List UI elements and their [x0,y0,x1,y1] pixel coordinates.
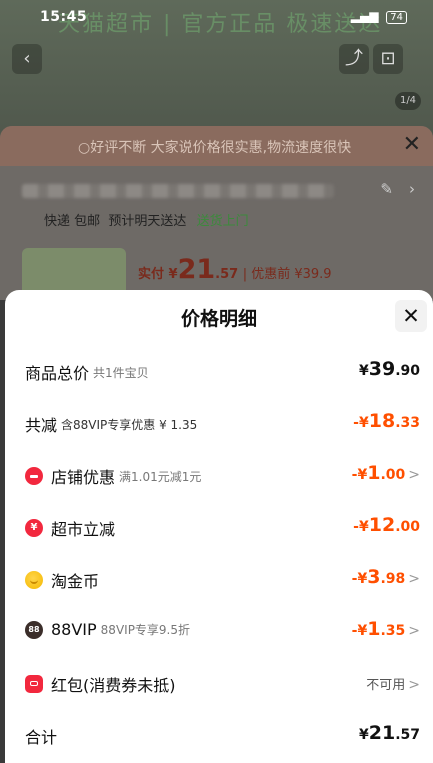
row-sublabel: 满1.01元减1元 [119,469,202,484]
chevron-right-icon: > [408,467,420,483]
status-bar: 15:45 ▂▄▆ 74 [0,0,433,36]
row-value[interactable]: -¥3.98 > [352,566,420,588]
chevron-right-icon[interactable]: › [409,180,415,198]
share-icon[interactable]: ⤴ [339,44,369,74]
cart-icon[interactable]: ⊡ [373,44,403,74]
status-time: 15:45 [40,9,88,25]
battery-icon: 74 [386,11,407,24]
row-total-discount: 共减 含88VIP专享优惠 ¥ 1.35 -¥18.33 [25,410,420,438]
row-value[interactable]: -¥1.00 > [352,462,420,484]
search-icon: ○ [78,140,91,156]
row-value: ¥39.90 [358,358,420,380]
shipping-info: 快递 包邮 预计明天送达 送货上门 [44,214,249,229]
product-info-card: ○好评不断 大家说价格很实惠,物流速度很快 ✕ ✎ › 快递 包邮 预计明天送达… [0,126,433,300]
image-page-indicator: 1/4 [395,92,421,110]
taojinbi-coin-icon [25,571,43,589]
row-value: -¥12.00 [353,514,420,536]
row-sublabel: 共1件宝贝 [93,365,149,380]
sheet-title: 价格明细 [180,308,257,330]
close-icon: ✕ [402,304,420,328]
row-grand-total: 合计 ¥21.57 [25,722,420,750]
review-banner: ○好评不断 大家说价格很实惠,物流速度很快 ✕ [0,126,433,166]
chevron-right-icon: > [408,623,420,639]
price-detail-sheet: 价格明细 ✕ 商品总价 共1件宝贝 ¥39.90 共减 含88VIP专享优惠 ¥… [5,290,433,763]
review-banner-text: ○好评不断 大家说价格很实惠,物流速度很快 [78,140,352,156]
row-label: 红包(消费券未抵) [51,676,176,695]
row-label: 商品总价 [25,364,90,383]
signal-icon: ▂▄▆ [350,9,379,23]
row-value: ¥21.57 [358,722,420,744]
chevron-right-icon: > [408,677,420,693]
chevron-right-icon: > [408,571,420,587]
edit-icon[interactable]: ✎ [380,180,393,198]
red-packet-icon [25,675,43,693]
close-button[interactable]: ✕ [395,300,427,332]
row-sublabel: 含88VIP专享优惠 ¥ 1.35 [61,417,198,432]
row-shop-discount[interactable]: 店铺优惠 满1.01元减1元 -¥1.00 > [25,462,420,490]
paid-price: 实付 ¥21.57 | 优惠前 ¥39.9 [138,254,332,285]
row-red-packet[interactable]: 红包(消费券未抵) 不可用 > [25,670,420,698]
status-icons: ▂▄▆ 74 [351,9,407,24]
row-label: 合计 [25,728,58,747]
row-label: 超市立减 [51,520,116,539]
supermarket-discount-icon: ¥ [25,519,43,537]
row-label: 88VIP [51,620,97,639]
back-icon[interactable]: ‹ [12,44,42,74]
row-label: 店铺优惠 [51,468,116,487]
row-sublabel: 88VIP专享9.5折 [100,623,191,637]
banner-close-icon[interactable]: ✕ [403,132,421,157]
shop-coupon-icon [25,467,43,485]
row-label: 淘金币 [51,572,100,591]
row-supermarket-discount: ¥ 超市立减 -¥12.00 [25,514,420,542]
row-label: 共减 [25,416,58,435]
row-taojinbi[interactable]: 淘金币 -¥3.98 > [25,566,420,594]
address-blurred[interactable] [22,184,334,198]
88vip-icon: 88 [25,620,43,639]
row-88vip[interactable]: 88 88VIP 88VIP专享9.5折 -¥1.35 > [25,618,420,646]
row-value: -¥18.33 [353,410,420,432]
row-value[interactable]: 不可用 > [366,674,420,693]
row-item-total: 商品总价 共1件宝贝 ¥39.90 [25,358,420,386]
row-value[interactable]: -¥1.35 > [352,618,420,640]
